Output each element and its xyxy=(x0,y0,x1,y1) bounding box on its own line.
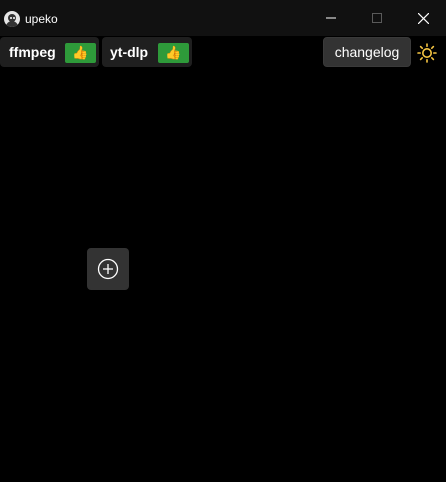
add-download-button[interactable] xyxy=(87,248,129,290)
window-title: upeko xyxy=(25,12,58,26)
dependency-status-badge: 👍 xyxy=(65,43,96,63)
minimize-icon xyxy=(326,17,336,19)
sun-icon xyxy=(417,43,437,63)
thumbs-up-icon: 👍 xyxy=(165,45,182,60)
dependency-label: yt-dlp xyxy=(110,44,149,60)
upeko-logo-icon xyxy=(4,11,20,27)
toolbar: ffmpeg 👍 yt-dlp 👍 changelog xyxy=(0,36,446,68)
close-button[interactable] xyxy=(400,0,446,36)
title-bar[interactable]: upeko xyxy=(0,0,446,36)
minimize-button[interactable] xyxy=(308,0,354,36)
close-icon xyxy=(417,12,429,24)
theme-toggle-button[interactable] xyxy=(416,42,438,64)
maximize-icon xyxy=(372,13,382,23)
maximize-button[interactable] xyxy=(354,0,400,36)
changelog-button[interactable]: changelog xyxy=(323,37,411,67)
app-window: upeko ffmpeg 👍 yt-dlp 👍 changelog xyxy=(0,0,446,482)
dependency-yt-dlp[interactable]: yt-dlp 👍 xyxy=(102,37,192,67)
plus-circle-icon xyxy=(97,258,119,280)
dependency-ffmpeg[interactable]: ffmpeg 👍 xyxy=(0,37,99,67)
thumbs-up-icon: 👍 xyxy=(72,45,89,60)
dependency-label: ffmpeg xyxy=(9,44,56,60)
dependency-status-badge: 👍 xyxy=(158,43,189,63)
